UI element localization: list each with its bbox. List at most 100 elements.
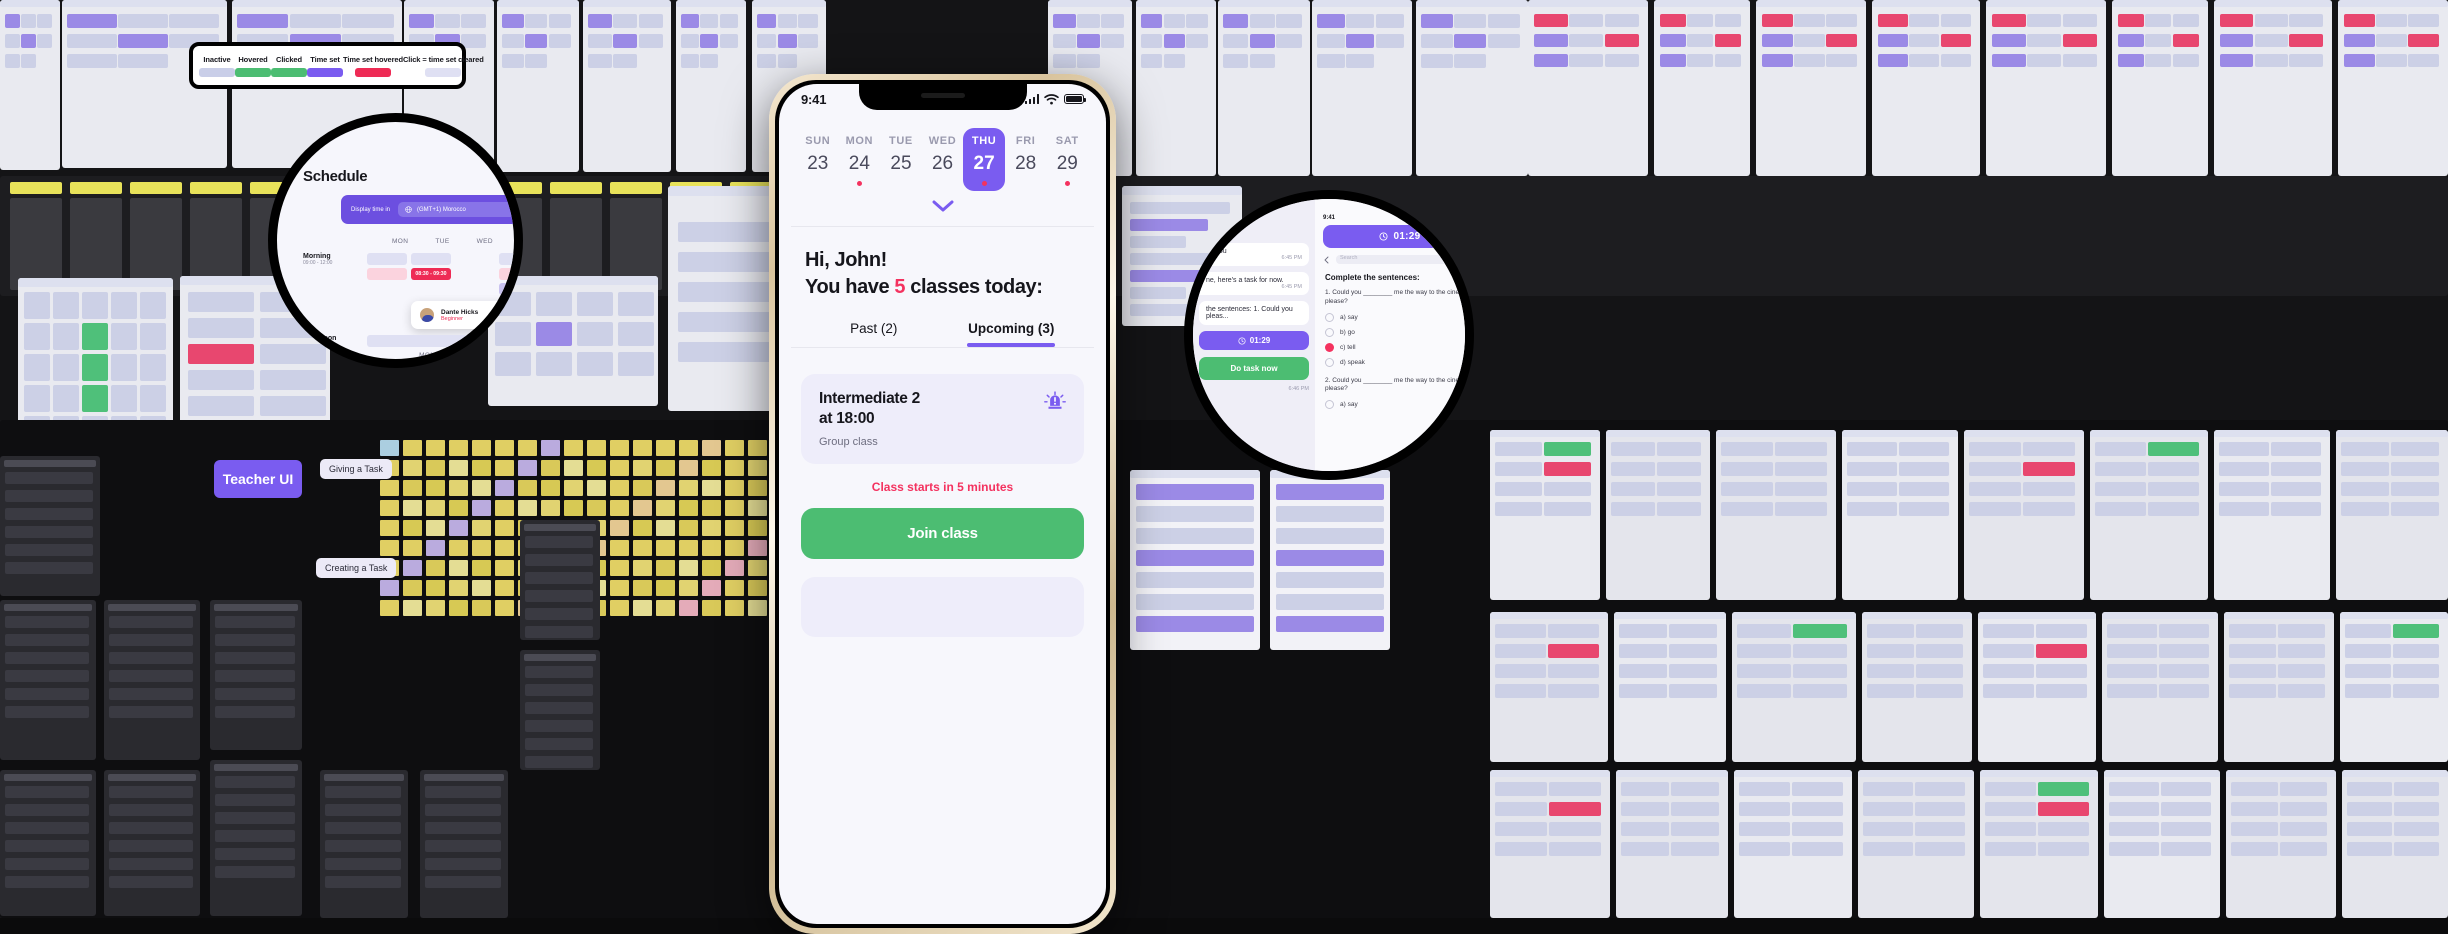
skeleton-block [325, 840, 401, 852]
mini-day: TUE [447, 352, 462, 359]
skeleton-block [118, 34, 168, 48]
sticky-note [495, 600, 514, 616]
skeleton-block [1495, 462, 1542, 476]
tab-past[interactable]: Past (2) [805, 321, 943, 347]
skeleton-block [1669, 684, 1717, 698]
skeleton-block [1983, 664, 2034, 678]
class-title: Intermediate 2 [819, 390, 920, 407]
skeleton-block [1136, 616, 1254, 632]
skeleton-block [2095, 462, 2146, 476]
skeleton-block [2344, 54, 2375, 67]
week-day-wed[interactable]: WED 26 [922, 128, 964, 191]
skeleton-block [1621, 802, 1669, 816]
sticky-note [495, 580, 514, 596]
skeleton-block [1969, 502, 2021, 516]
skeleton-block [1847, 482, 1897, 496]
skeleton-block [2219, 502, 2269, 516]
skeleton-block [215, 706, 295, 718]
sticky-note [472, 560, 491, 576]
collage-board [210, 600, 302, 750]
skeleton-block [1136, 572, 1254, 588]
sticky-note [725, 580, 744, 596]
tab-upcoming[interactable]: Upcoming (3) [943, 321, 1081, 347]
do-task-now-button[interactable]: Do task now [1199, 357, 1309, 380]
quiz-option[interactable]: b) go [1325, 327, 1465, 337]
schedule-slot[interactable] [367, 335, 495, 347]
skeleton-block [1495, 782, 1547, 796]
class-card[interactable]: Intermediate 2 at 18:00 Group class [801, 374, 1084, 464]
sticky-note [472, 540, 491, 556]
skeleton-block [2109, 802, 2159, 816]
week-day-sat[interactable]: SAT 29 [1046, 128, 1088, 191]
schedule-slot[interactable] [499, 253, 514, 265]
skeleton-block [1775, 462, 1827, 476]
radio-unselected-icon[interactable] [1325, 357, 1334, 367]
sticky-note [541, 480, 560, 496]
week-day-mon[interactable]: MON 24 [839, 128, 881, 191]
skeleton-block [1867, 684, 1914, 698]
skeleton-block [1548, 664, 1599, 678]
collage-board [2112, 0, 2208, 176]
skeleton-block [1915, 782, 1965, 796]
radio-unselected-icon[interactable] [1325, 400, 1334, 410]
schedule-slot[interactable] [455, 253, 495, 265]
sticky-note [725, 600, 744, 616]
skeleton-block [1101, 34, 1124, 48]
skeleton-block [70, 182, 122, 194]
expand-calendar-button[interactable] [779, 191, 1106, 226]
radio-unselected-icon[interactable] [1325, 312, 1334, 322]
quiz-option[interactable]: d) speak [1325, 357, 1465, 367]
collage-board [583, 0, 671, 172]
schedule-slot[interactable] [455, 268, 495, 280]
skeleton-block [1737, 644, 1791, 658]
skeleton-block [613, 54, 638, 68]
week-day-thu-selected[interactable]: THU 27 [963, 128, 1005, 191]
skeleton-block [188, 396, 254, 416]
quiz-search-row[interactable]: Search [1323, 255, 1465, 264]
next-class-card[interactable] [801, 577, 1084, 637]
skeleton-block [140, 292, 166, 319]
week-day-fri[interactable]: FRI 28 [1005, 128, 1047, 191]
skeleton-block [2023, 482, 2075, 496]
skeleton-block [1276, 594, 1384, 610]
skeleton-block [2159, 684, 2209, 698]
skeleton-block [214, 604, 298, 611]
skeleton-block [1495, 664, 1546, 678]
sticky-note [587, 480, 606, 496]
collage-board [2102, 612, 2218, 762]
skeleton-block [1969, 482, 2021, 496]
sticky-note [495, 540, 514, 556]
skeleton-block [109, 706, 193, 718]
skeleton-block [1762, 54, 1793, 67]
skeleton-block [1657, 482, 1701, 496]
schedule-slot[interactable] [411, 253, 451, 265]
schedule-slot-selected[interactable]: 08:30 - 09:30 [411, 268, 451, 280]
search-input[interactable]: Search [1336, 255, 1465, 264]
quiz-option[interactable]: a) say [1325, 400, 1465, 410]
schedule-slot[interactable] [367, 253, 407, 265]
quiz-option[interactable]: a) say [1325, 312, 1465, 322]
week-day-sun[interactable]: SUN 23 [797, 128, 839, 191]
week-day-tue[interactable]: TUE 25 [880, 128, 922, 191]
chat-time: 6:45 PM [1281, 284, 1302, 290]
timezone-bar: Display time in (GMT+1) Morocco [341, 195, 514, 224]
skeleton-block [1669, 664, 1717, 678]
sticky-note [495, 440, 514, 456]
skeleton-block [1163, 34, 1185, 48]
join-class-button[interactable]: Join class [801, 508, 1084, 559]
quiz-option-selected[interactable]: c) tell [1325, 342, 1465, 352]
skeleton-block [1739, 842, 1790, 856]
skeleton-block [111, 354, 137, 381]
sticky-note [472, 600, 491, 616]
skeleton-block [1858, 770, 1974, 777]
skeleton-block [2062, 54, 2097, 67]
skeleton-block [2036, 644, 2087, 658]
radio-selected-icon[interactable] [1325, 342, 1334, 352]
skeleton-block [2023, 502, 2075, 516]
skeleton-block [2095, 482, 2146, 496]
skeleton-block [1794, 14, 1825, 27]
schedule-slot[interactable] [367, 268, 407, 280]
arrow-left-icon[interactable] [1323, 256, 1331, 264]
timezone-select[interactable]: (GMT+1) Morocco [398, 202, 514, 217]
radio-unselected-icon[interactable] [1325, 327, 1334, 337]
